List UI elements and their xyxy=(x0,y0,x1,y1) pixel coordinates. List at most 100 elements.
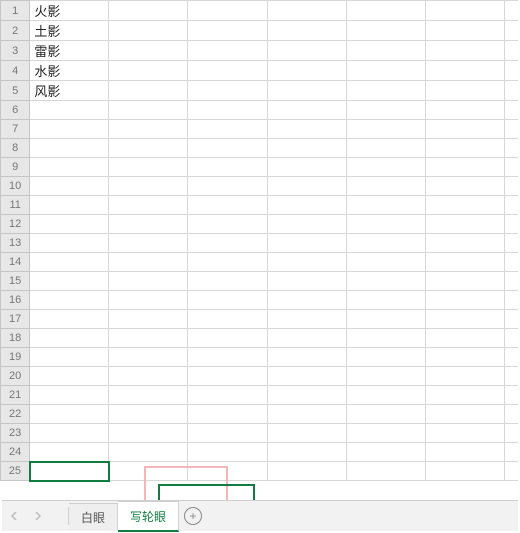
grid-cell[interactable] xyxy=(188,462,267,481)
grid-cell[interactable] xyxy=(346,253,425,272)
row-header[interactable]: 12 xyxy=(1,215,30,234)
grid-cell[interactable] xyxy=(425,348,504,367)
grid-cell[interactable] xyxy=(109,120,188,139)
grid-cell[interactable] xyxy=(267,139,346,158)
grid-cell[interactable] xyxy=(425,215,504,234)
grid-cell[interactable] xyxy=(346,443,425,462)
grid-cell[interactable] xyxy=(346,291,425,310)
grid-cell[interactable] xyxy=(188,253,267,272)
grid-cell[interactable] xyxy=(425,21,504,41)
grid-cell[interactable] xyxy=(425,424,504,443)
grid-cell[interactable] xyxy=(504,462,518,481)
grid-cell[interactable] xyxy=(267,158,346,177)
grid-cell[interactable] xyxy=(346,272,425,291)
row-header[interactable]: 20 xyxy=(1,367,30,386)
grid-cell[interactable] xyxy=(109,61,188,81)
grid-cell[interactable] xyxy=(346,424,425,443)
grid-cell[interactable] xyxy=(504,120,518,139)
grid-cell[interactable] xyxy=(346,21,425,41)
cell-A12[interactable] xyxy=(30,215,109,234)
grid-cell[interactable] xyxy=(109,234,188,253)
grid-cell[interactable] xyxy=(267,101,346,120)
grid-cell[interactable] xyxy=(188,272,267,291)
grid-cell[interactable] xyxy=(346,177,425,196)
sheet-nav-prev[interactable] xyxy=(2,501,26,531)
grid-cell[interactable] xyxy=(109,177,188,196)
grid-cell[interactable] xyxy=(188,139,267,158)
grid-cell[interactable] xyxy=(346,234,425,253)
grid-cell[interactable] xyxy=(346,310,425,329)
sheet-tab-0[interactable]: 白眼 xyxy=(69,503,118,530)
cell-A5[interactable]: 风影 xyxy=(30,81,109,101)
grid-cell[interactable] xyxy=(267,405,346,424)
grid-cell[interactable] xyxy=(425,405,504,424)
cell-A16[interactable] xyxy=(30,291,109,310)
row-header[interactable]: 8 xyxy=(1,139,30,158)
grid-cell[interactable] xyxy=(188,41,267,61)
grid-cell[interactable] xyxy=(504,41,518,61)
grid-cell[interactable] xyxy=(425,462,504,481)
row-header[interactable]: 4 xyxy=(1,61,30,81)
grid-cell[interactable] xyxy=(188,405,267,424)
grid-cell[interactable] xyxy=(188,1,267,21)
grid-cell[interactable] xyxy=(425,310,504,329)
row-header[interactable]: 15 xyxy=(1,272,30,291)
grid-cell[interactable] xyxy=(504,443,518,462)
grid-cell[interactable] xyxy=(267,291,346,310)
grid-cell[interactable] xyxy=(109,367,188,386)
grid-cell[interactable] xyxy=(425,272,504,291)
grid-cell[interactable] xyxy=(346,61,425,81)
grid-cell[interactable] xyxy=(504,405,518,424)
grid-cell[interactable] xyxy=(425,177,504,196)
grid-cell[interactable] xyxy=(109,41,188,61)
cell-A7[interactable] xyxy=(30,120,109,139)
cell-A19[interactable] xyxy=(30,348,109,367)
row-header[interactable]: 10 xyxy=(1,177,30,196)
grid-cell[interactable] xyxy=(109,139,188,158)
grid-cell[interactable] xyxy=(425,139,504,158)
grid-cell[interactable] xyxy=(109,253,188,272)
grid-cell[interactable] xyxy=(188,196,267,215)
grid-cell[interactable] xyxy=(188,101,267,120)
grid-cell[interactable] xyxy=(267,329,346,348)
cell-A11[interactable] xyxy=(30,196,109,215)
grid-cell[interactable] xyxy=(504,177,518,196)
cell-A6[interactable] xyxy=(30,101,109,120)
grid-cell[interactable] xyxy=(425,41,504,61)
grid-cell[interactable] xyxy=(504,21,518,41)
grid-cell[interactable] xyxy=(504,1,518,21)
grid-cell[interactable] xyxy=(504,310,518,329)
grid-cell[interactable] xyxy=(425,1,504,21)
cell-A23[interactable] xyxy=(30,424,109,443)
grid-cell[interactable] xyxy=(109,386,188,405)
grid-cell[interactable] xyxy=(267,1,346,21)
cell-A22[interactable] xyxy=(30,405,109,424)
grid-cell[interactable] xyxy=(504,139,518,158)
grid-cell[interactable] xyxy=(425,158,504,177)
grid-cell[interactable] xyxy=(267,348,346,367)
cell-A20[interactable] xyxy=(30,367,109,386)
grid-cell[interactable] xyxy=(504,158,518,177)
grid-cell[interactable] xyxy=(346,386,425,405)
grid-cell[interactable] xyxy=(188,348,267,367)
grid-cell[interactable] xyxy=(504,215,518,234)
cell-A4[interactable]: 水影 xyxy=(30,61,109,81)
grid-cell[interactable] xyxy=(504,196,518,215)
grid-cell[interactable] xyxy=(346,139,425,158)
grid-cell[interactable] xyxy=(267,386,346,405)
grid-cell[interactable] xyxy=(109,196,188,215)
grid-cell[interactable] xyxy=(504,234,518,253)
row-header[interactable]: 2 xyxy=(1,21,30,41)
row-header[interactable]: 7 xyxy=(1,120,30,139)
sheet-tab-1[interactable]: 写轮眼 xyxy=(118,501,179,532)
grid-cell[interactable] xyxy=(346,367,425,386)
row-header[interactable]: 18 xyxy=(1,329,30,348)
grid-cell[interactable] xyxy=(504,61,518,81)
grid-cell[interactable] xyxy=(188,215,267,234)
grid-cell[interactable] xyxy=(267,215,346,234)
row-header[interactable]: 19 xyxy=(1,348,30,367)
grid-cell[interactable] xyxy=(109,348,188,367)
grid-cell[interactable] xyxy=(267,253,346,272)
grid-cell[interactable] xyxy=(109,310,188,329)
grid-cell[interactable] xyxy=(425,329,504,348)
